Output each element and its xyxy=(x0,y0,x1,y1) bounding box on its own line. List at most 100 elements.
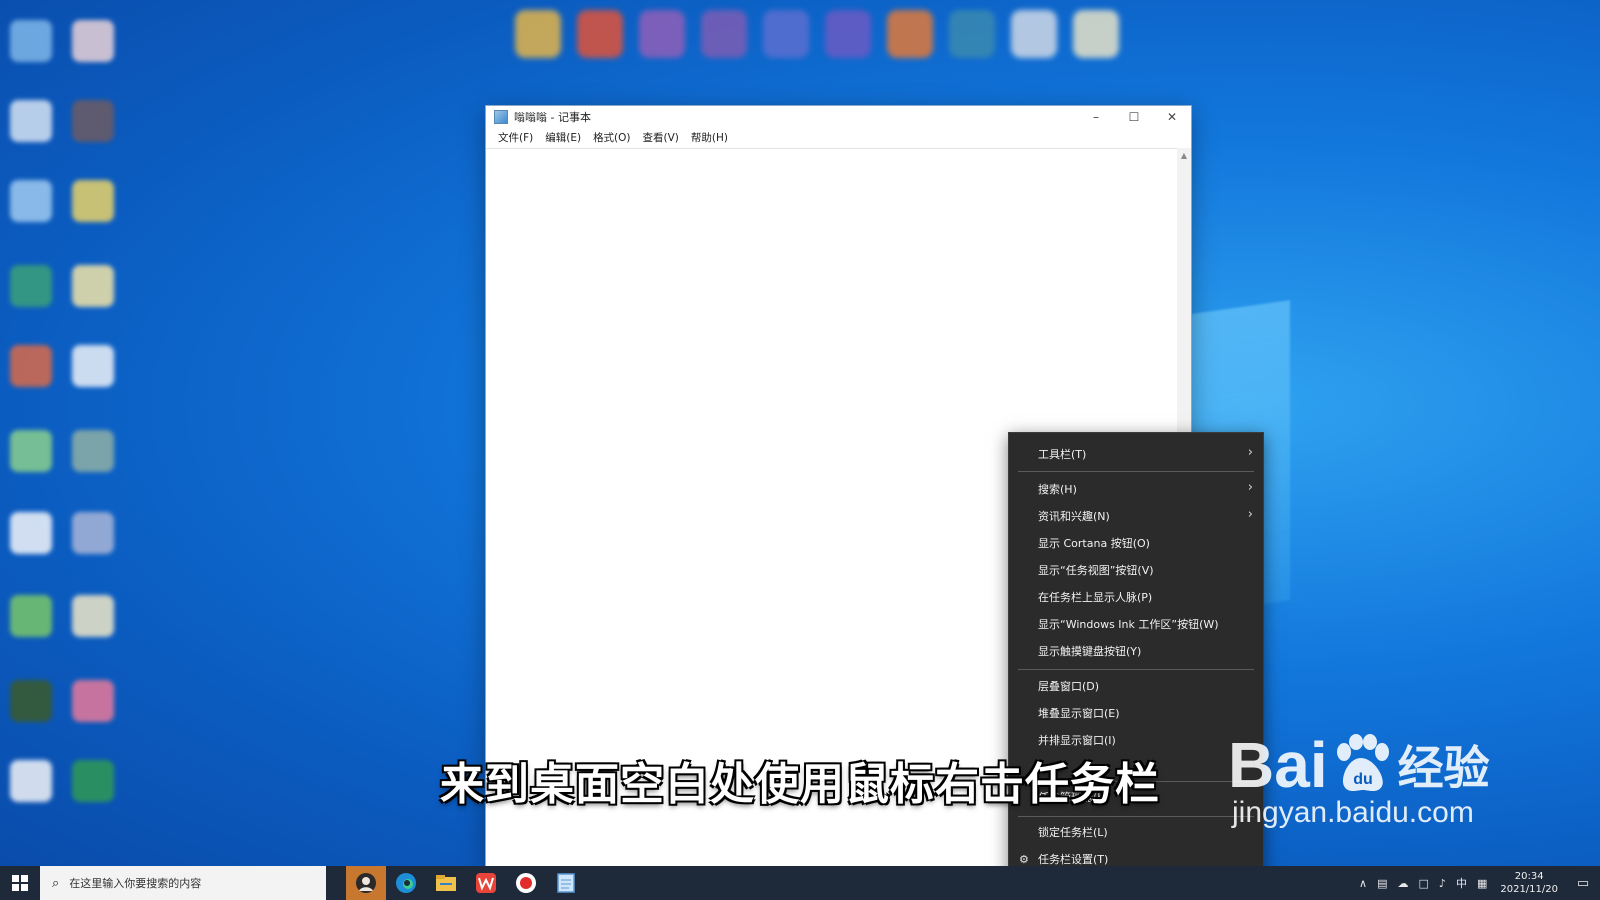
desktop-icon[interactable] xyxy=(10,345,52,387)
chevron-right-icon: › xyxy=(1247,445,1253,460)
network-app-icon[interactable]: ▤ xyxy=(1372,877,1392,890)
desktop-icon[interactable] xyxy=(72,512,114,554)
taskbar-app-recorder[interactable] xyxy=(506,866,546,900)
notepad-icon xyxy=(494,110,508,124)
taskbar-context-menu: 工具栏(T) › 搜索(H) › 资讯和兴趣(N) › 显示 Cortana 按… xyxy=(1008,432,1264,891)
menu-item-show-cortana[interactable]: 显示 Cortana 按钮(O) xyxy=(1009,531,1263,555)
wired-network-icon[interactable]: □ xyxy=(1414,877,1434,890)
menu-item-search[interactable]: 搜索(H) › xyxy=(1009,477,1263,501)
menu-separator xyxy=(1018,471,1254,472)
watermark-url: jingyan.baidu.com xyxy=(1232,796,1474,829)
menu-item-label: 锁定任务栏(L) xyxy=(1038,826,1108,839)
clock-date: 2021/11/20 xyxy=(1500,884,1558,895)
taskbar[interactable]: ⌕ 在这里输入你要搜索的内容 ∧ ▤ ☁ □ ♪ 中 ▦ 20:34 2021/… xyxy=(0,866,1600,900)
scroll-up-icon[interactable]: ▲ xyxy=(1177,148,1191,162)
menu-item-label: 在任务栏上显示人脉(P) xyxy=(1038,591,1153,604)
menu-item-show-people[interactable]: 在任务栏上显示人脉(P) xyxy=(1009,585,1263,609)
input-method-indicator[interactable]: 中 xyxy=(1451,875,1472,891)
menu-item-lock-taskbar[interactable]: 锁定任务栏(L) xyxy=(1009,820,1263,844)
desktop-icon[interactable] xyxy=(10,430,52,472)
desktop-icon[interactable] xyxy=(1011,10,1057,58)
search-placeholder: 在这里输入你要搜索的内容 xyxy=(69,877,202,890)
menu-item-label: 层叠窗口(D) xyxy=(1038,680,1100,693)
cloud-sync-icon[interactable]: ☁ xyxy=(1393,877,1414,890)
watermark-brand-cn: 经验 xyxy=(1397,741,1490,795)
menu-item-label: 资讯和兴趣(N) xyxy=(1038,510,1110,523)
menu-view[interactable]: 查看(V) xyxy=(637,130,685,145)
menu-separator xyxy=(1018,816,1254,817)
desktop-icon[interactable] xyxy=(10,680,52,722)
desktop-icon[interactable] xyxy=(949,10,995,58)
desktop-icon[interactable] xyxy=(577,10,623,58)
desktop-top-icons xyxy=(505,0,1135,78)
chevron-right-icon: › xyxy=(1247,480,1253,495)
wps-icon xyxy=(476,873,496,893)
start-button[interactable] xyxy=(0,866,40,900)
menu-bar: 文件(F) 编辑(E) 格式(O) 查看(V) 帮助(H) xyxy=(486,128,1191,146)
menu-file[interactable]: 文件(F) xyxy=(492,130,539,145)
notepad-icon xyxy=(557,873,575,893)
desktop-icon[interactable] xyxy=(72,265,114,307)
desktop-icon[interactable] xyxy=(72,345,114,387)
maximize-icon[interactable]: ☐ xyxy=(1115,106,1153,128)
desktop-icon[interactable] xyxy=(825,10,871,58)
menu-item-label: 显示触摸键盘按钮(Y) xyxy=(1038,645,1142,658)
desktop-icon[interactable] xyxy=(515,10,561,58)
close-icon[interactable]: ✕ xyxy=(1153,106,1191,128)
edge-icon xyxy=(396,873,416,893)
menu-help[interactable]: 帮助(H) xyxy=(685,130,734,145)
record-icon xyxy=(516,873,536,893)
desktop-icon[interactable] xyxy=(10,265,52,307)
baidu-jingyan-watermark: Bai du 经验 jingyan.baidu.com xyxy=(1228,728,1528,858)
desktop-icon[interactable] xyxy=(10,180,52,222)
desktop-icon[interactable] xyxy=(1073,10,1119,58)
taskbar-app-edge[interactable] xyxy=(386,866,426,900)
watermark-brand-du: du xyxy=(1353,771,1373,788)
menu-item-show-windows-ink[interactable]: 显示“Windows Ink 工作区”按钮(W) xyxy=(1009,612,1263,636)
desktop-icon[interactable] xyxy=(701,10,747,58)
menu-item-cascade-windows[interactable]: 层叠窗口(D) xyxy=(1009,674,1263,698)
menu-item-label: 工具栏(T) xyxy=(1038,448,1087,461)
taskbar-app-wps[interactable] xyxy=(466,866,506,900)
file-explorer-icon xyxy=(436,875,456,891)
desktop-icon[interactable] xyxy=(72,680,114,722)
taskbar-app-notepad[interactable] xyxy=(546,866,586,900)
menu-format[interactable]: 格式(O) xyxy=(587,130,636,145)
avatar-app-icon xyxy=(356,873,376,893)
notepad-titlebar[interactable]: 嗡嗡嗡 - 记事本 – ☐ ✕ xyxy=(486,106,1191,128)
desktop-icon[interactable] xyxy=(10,595,52,637)
window-title: 嗡嗡嗡 - 记事本 xyxy=(514,111,591,124)
desktop-icon[interactable] xyxy=(10,512,52,554)
taskbar-app-avatar[interactable] xyxy=(346,866,386,900)
taskbar-app-file-explorer[interactable] xyxy=(426,866,466,900)
input-mode-grid-icon[interactable]: ▦ xyxy=(1472,877,1492,890)
desktop-icon[interactable] xyxy=(72,20,114,62)
desktop-icon[interactable] xyxy=(10,20,52,62)
menu-item-news-interests[interactable]: 资讯和兴趣(N) › xyxy=(1009,504,1263,528)
desktop-icon[interactable] xyxy=(639,10,685,58)
baidu-paw-icon: du xyxy=(1336,734,1389,791)
menu-item-stack-windows[interactable]: 堆叠显示窗口(E) xyxy=(1009,701,1263,725)
chevron-up-icon[interactable]: ∧ xyxy=(1354,877,1372,890)
desktop-icon[interactable] xyxy=(10,100,52,142)
minimize-icon[interactable]: – xyxy=(1077,106,1115,128)
desktop-icon[interactable] xyxy=(72,430,114,472)
system-tray: ∧ ▤ ☁ □ ♪ 中 ▦ 20:34 2021/11/20 ▭ xyxy=(1354,866,1600,900)
menu-item-label: 显示“Windows Ink 工作区”按钮(W) xyxy=(1038,618,1219,631)
desktop-icon[interactable] xyxy=(763,10,809,58)
menu-edit[interactable]: 编辑(E) xyxy=(539,130,587,145)
volume-icon[interactable]: ♪ xyxy=(1434,877,1451,890)
menu-item-toolbars[interactable]: 工具栏(T) › xyxy=(1009,442,1263,466)
desktop-icon[interactable] xyxy=(72,595,114,637)
menu-item-label: 搜索(H) xyxy=(1038,483,1077,496)
menu-item-show-task-view[interactable]: 显示“任务视图”按钮(V) xyxy=(1009,558,1263,582)
menu-item-show-touch-keyboard[interactable]: 显示触摸键盘按钮(Y) xyxy=(1009,639,1263,663)
search-icon: ⌕ xyxy=(52,875,60,891)
clock-time: 20:34 xyxy=(1514,871,1544,882)
desktop-icon[interactable] xyxy=(72,180,114,222)
clock[interactable]: 20:34 2021/11/20 xyxy=(1492,870,1566,896)
taskbar-search-box[interactable]: ⌕ 在这里输入你要搜索的内容 xyxy=(40,866,326,900)
desktop-icon[interactable] xyxy=(72,100,114,142)
desktop-icon[interactable] xyxy=(887,10,933,58)
notification-center-icon[interactable]: ▭ xyxy=(1566,876,1600,891)
